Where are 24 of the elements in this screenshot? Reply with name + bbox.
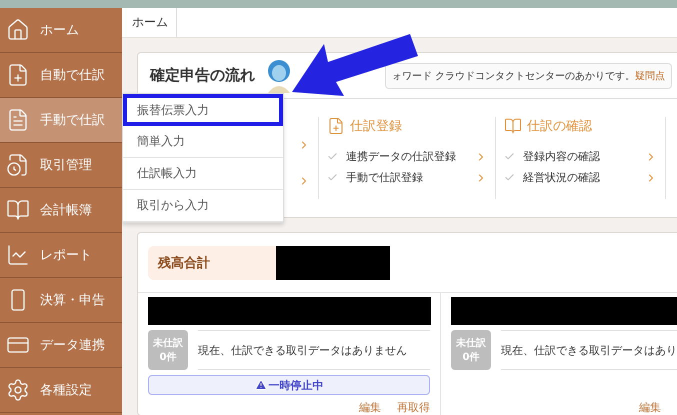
menu-item[interactable]: 仕訳帳入力 [123,158,283,190]
card-title: 確定申告の流れ [150,66,255,85]
account-message: 現在、仕訳できる取引データはあり [501,330,677,370]
column-title: 仕訳登録 [350,118,402,135]
flow-link[interactable]: 連携データの仕訳登録 [327,149,487,164]
bubble-link[interactable]: 疑問点 [635,68,666,82]
account-link[interactable]: 再取得 [397,400,430,415]
flow-link[interactable]: 登録内容の確認 [504,149,657,164]
sidebar-item[interactable]: 手動で仕訳 [0,98,122,143]
column-title: 仕訳の確認 [527,118,592,135]
account-link[interactable]: 編集 [639,400,661,415]
paused-notice: 一時停止中 [148,375,430,395]
balance-label: 残高合計 [158,254,211,272]
menu-item[interactable]: 簡単入力 [123,126,283,158]
breadcrumb-item[interactable]: ホーム [122,8,177,37]
flow-link[interactable]: 手動で仕訳登録 [327,170,487,185]
status-badge: 未仕訳 0件 [451,330,491,370]
flow-link[interactable]: 経営状況の確認 [504,170,657,185]
bubble-text: ォワード クラウドコンタクトセンターのあかりです。 [392,70,636,82]
account-message: 現在、仕訳できる取引データはありません [198,330,430,370]
account-link[interactable]: 編集 [359,400,381,415]
menu-item[interactable]: 振替伝票入力 [123,94,283,126]
menu-item[interactable]: 取引から入力 [123,190,283,222]
status-badge: 未仕訳 0件 [148,330,188,370]
